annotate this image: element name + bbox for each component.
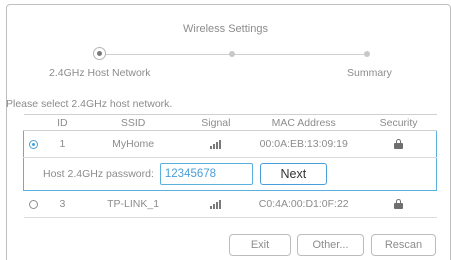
password-cell: Host 2.4GHz password: Next (23, 157, 437, 191)
row-mac: 00:0A:EB:13:09:19 (246, 130, 361, 158)
lock-icon (394, 199, 404, 210)
rescan-button[interactable]: Rescan (371, 234, 436, 256)
header-ssid: SSID (81, 114, 185, 131)
header-security: Security (360, 114, 437, 131)
row-security-cell (360, 130, 437, 158)
row-security-cell (360, 190, 437, 218)
step-label-host-network: 2.4GHz Host Network (49, 67, 151, 79)
instruction-text: Please select 2.4GHz host network. (6, 98, 173, 110)
other-button[interactable]: Other... (297, 234, 364, 256)
header-signal: Signal (184, 114, 247, 131)
radio-button[interactable] (28, 199, 38, 209)
header-mac: MAC Address (246, 114, 361, 131)
step-dot-3 (364, 51, 370, 57)
row-mac: C0:4A:00:D1:0F:22 (246, 190, 361, 218)
row-signal-cell (184, 130, 247, 158)
step-label-summary: Summary (347, 67, 392, 79)
signal-strong-icon (210, 139, 222, 150)
lock-icon (393, 139, 403, 150)
row-radio-cell[interactable] (23, 190, 44, 218)
header-id: ID (43, 114, 82, 131)
row-signal-cell (184, 190, 247, 218)
row-ssid: TP-LINK_1 (81, 190, 185, 218)
network-table: ID SSID Signal MAC Address Security 1 My… (23, 114, 437, 218)
password-input[interactable] (159, 163, 253, 185)
table-header-row: ID SSID Signal MAC Address Security (23, 114, 437, 131)
exit-button[interactable]: Exit (229, 234, 291, 256)
header-select (23, 114, 44, 131)
progress-line (103, 54, 231, 55)
password-label: Host 2.4GHz password: (43, 168, 154, 180)
row-id: 1 (43, 130, 82, 158)
table-row[interactable]: 3 TP-LINK_1 C0:4A:00:D1:0F:22 (23, 190, 437, 218)
next-button[interactable]: Next (259, 163, 327, 185)
page-title: Wireless Settings (183, 23, 268, 35)
row-ssid: MyHome (81, 130, 185, 158)
radio-button-selected[interactable] (29, 139, 39, 149)
password-container: Host 2.4GHz password: Next (24, 163, 436, 185)
table-row[interactable]: 1 MyHome 00:0A:EB:13:09:19 (23, 130, 437, 158)
signal-strong-icon (210, 199, 222, 210)
progress-line (235, 54, 365, 55)
row-radio-cell[interactable] (23, 130, 44, 158)
step-current-indicator (93, 47, 106, 60)
step-dot-2 (229, 51, 235, 57)
password-row: Host 2.4GHz password: Next (23, 157, 437, 191)
row-id: 3 (43, 190, 82, 218)
